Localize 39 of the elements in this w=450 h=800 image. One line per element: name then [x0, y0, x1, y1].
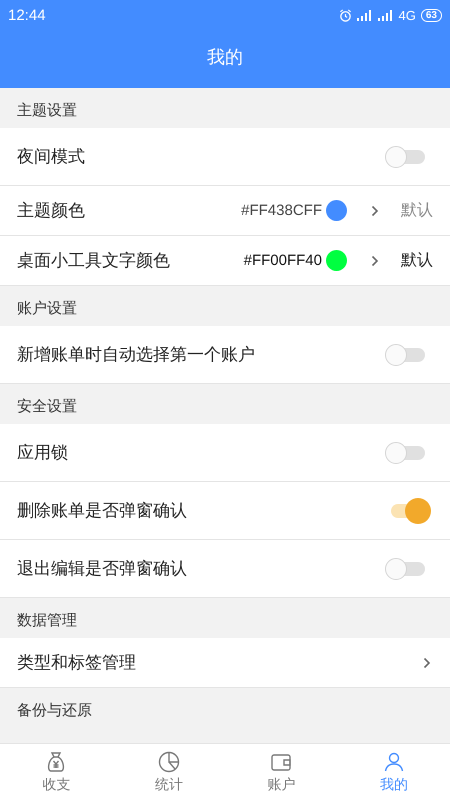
section-header: 账户设置 — [16, 298, 78, 319]
nav-tab[interactable]: 账户 — [225, 744, 338, 800]
status-time: 12:44 — [8, 6, 46, 24]
default-button[interactable]: 默认 — [401, 250, 433, 271]
setting-label: 夜间模式 — [17, 146, 86, 168]
page-title: 我的 — [206, 46, 244, 70]
setting-label: 桌面小工具文字颜色 — [17, 250, 171, 272]
section-header: 主题设置 — [16, 100, 78, 121]
settings-row[interactable]: 桌面小工具文字颜色 #FF00FF40 默认 — [0, 236, 450, 286]
default-button[interactable]: 默认 — [401, 200, 433, 221]
battery-level: 63 — [420, 8, 442, 22]
setting-label: 删除账单是否弹窗确认 — [17, 500, 188, 522]
section-header: 安全设置 — [16, 396, 78, 417]
chevron-right-icon — [371, 204, 379, 216]
settings-row[interactable]: 新增账单时自动选择第一个账户 — [0, 326, 450, 384]
setting-label: 类型和标签管理 — [17, 652, 137, 674]
settings-row[interactable]: 退出编辑是否弹窗确认 — [0, 540, 450, 598]
settings-row[interactable]: 应用锁 — [0, 424, 450, 482]
setting-label: 应用锁 — [17, 442, 69, 464]
nav-tab[interactable]: 统计 — [112, 744, 225, 800]
color-value: #FF438CFF — [241, 202, 322, 219]
chevron-right-icon — [423, 656, 431, 668]
alarm-icon — [338, 8, 352, 22]
chevron-right-icon — [371, 254, 379, 266]
settings-row[interactable]: 删除账单是否弹窗确认 — [0, 482, 450, 540]
signal-icon — [356, 10, 373, 20]
setting-label: 退出编辑是否弹窗确认 — [17, 558, 188, 580]
pie-chart-icon — [156, 750, 181, 774]
network-type: 4G — [398, 8, 416, 22]
setting-label: 新增账单时自动选择第一个账户 — [17, 344, 256, 366]
settings-row[interactable]: 夜间模式 — [0, 128, 450, 186]
section-header: 备份与还原 — [16, 700, 93, 721]
signal-icon — [378, 10, 394, 20]
color-value: #FF00FF40 — [244, 252, 322, 269]
nav-tab[interactable]: 收支 — [0, 744, 112, 800]
settings-row[interactable]: 类型和标签管理 — [0, 638, 450, 688]
setting-label: 主题颜色 — [17, 200, 86, 222]
settings-row[interactable]: 主题颜色 #FF438CFF 默认 — [0, 186, 450, 236]
section-header: 数据管理 — [16, 610, 78, 631]
